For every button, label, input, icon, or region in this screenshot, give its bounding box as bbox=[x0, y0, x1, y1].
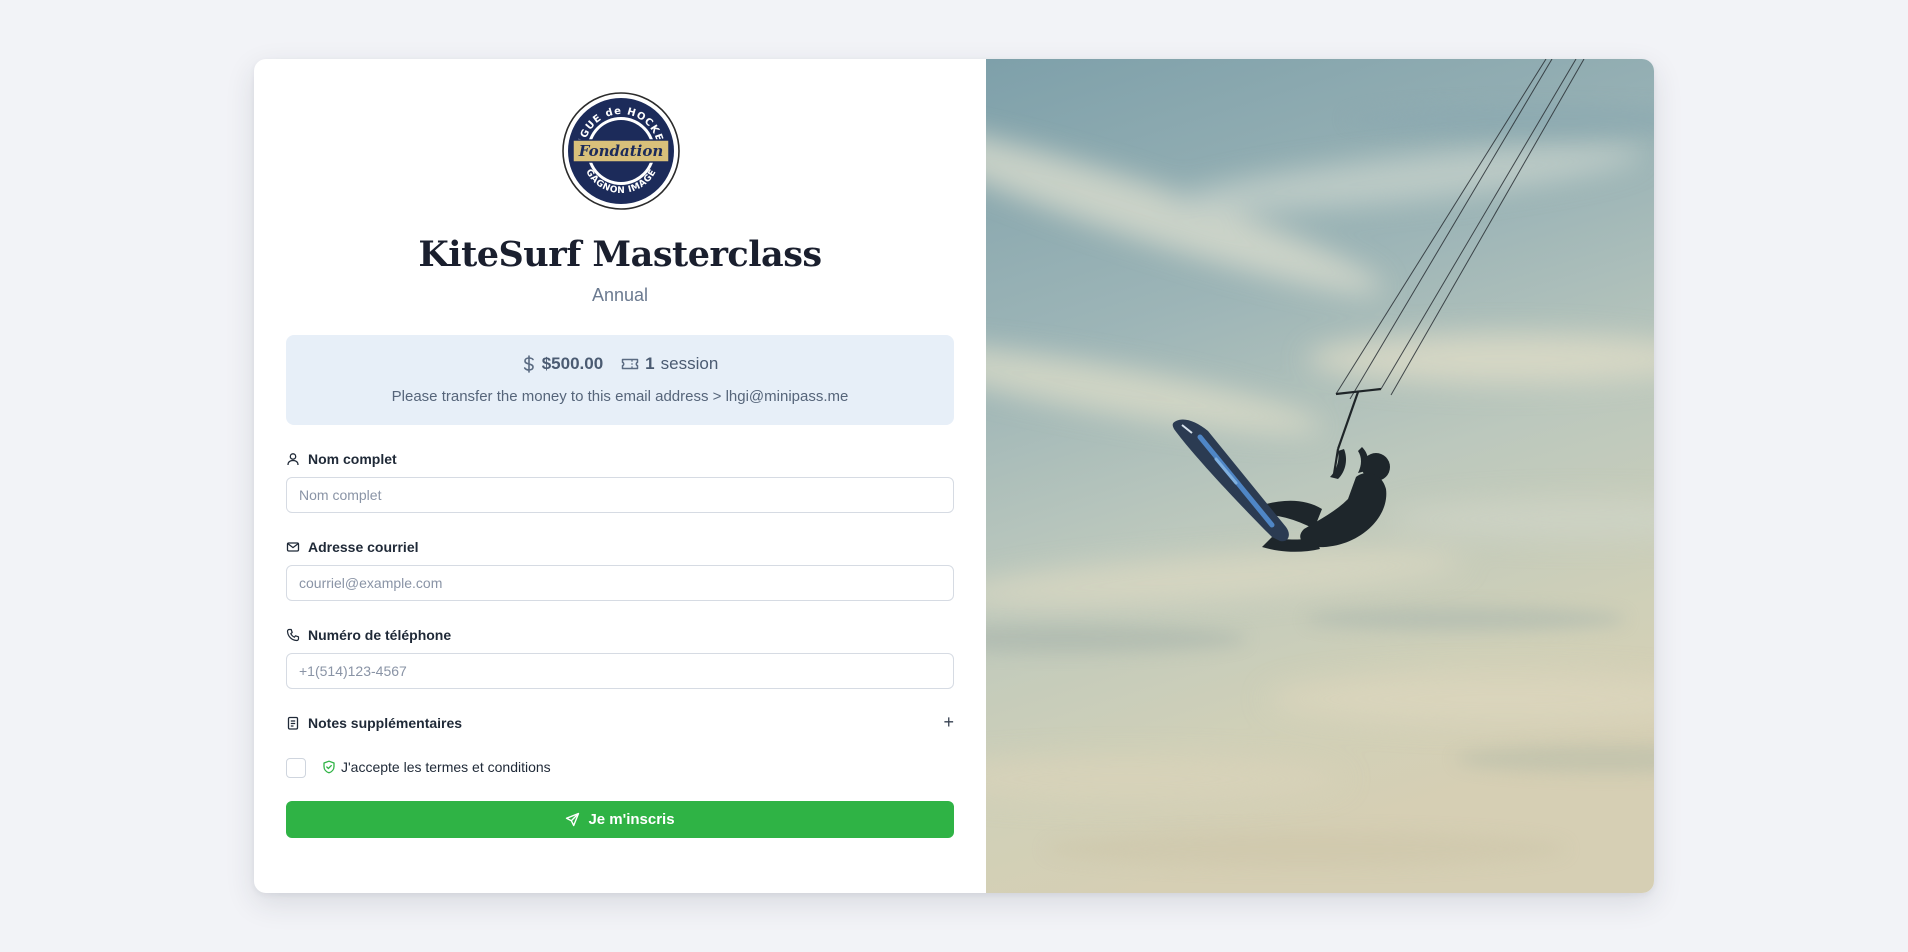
email-label: Adresse courriel bbox=[286, 539, 419, 555]
send-icon bbox=[566, 812, 580, 827]
name-label-text: Nom complet bbox=[308, 451, 397, 467]
hero-image-pane bbox=[986, 59, 1654, 893]
payment-info-box: $500.00 1 session Please transfer the mo… bbox=[286, 335, 954, 425]
price-session-row: $500.00 1 session bbox=[286, 354, 954, 374]
event-subtitle: Annual bbox=[591, 285, 649, 305]
terms-checkbox[interactable] bbox=[286, 758, 306, 778]
terms-label-text: J'accepte les termes et conditions bbox=[341, 759, 551, 775]
notes-expand-button[interactable]: + bbox=[943, 713, 954, 731]
submit-button-label: Je m'inscris bbox=[588, 811, 675, 828]
name-label: Nom complet bbox=[286, 451, 397, 467]
sessions-item: 1 session bbox=[621, 354, 718, 374]
phone-label-text: Numéro de téléphone bbox=[308, 627, 452, 643]
mail-icon bbox=[286, 542, 300, 552]
dollar-icon bbox=[523, 355, 534, 373]
ticket-icon bbox=[621, 358, 639, 370]
phone-input[interactable] bbox=[286, 653, 954, 689]
email-input[interactable] bbox=[286, 565, 954, 601]
phone-icon bbox=[286, 628, 300, 642]
registration-card: LIGUE de HOCKEY GAGNON IMAGE Fondation K… bbox=[254, 59, 1654, 893]
notes-label[interactable]: Notes supplémentaires bbox=[286, 715, 462, 731]
sessions-label: session bbox=[660, 354, 719, 373]
email-label-text: Adresse courriel bbox=[308, 539, 419, 555]
terms-label[interactable]: J'accepte les termes et conditions bbox=[322, 759, 551, 775]
phone-label: Numéro de téléphone bbox=[286, 627, 451, 643]
price-item: $500.00 bbox=[522, 354, 603, 374]
payment-note: Please transfer the money to this email … bbox=[391, 388, 849, 405]
full-name-input[interactable] bbox=[286, 477, 954, 513]
event-title: KiteSurf Masterclass bbox=[418, 234, 822, 275]
registration-form-pane: LIGUE de HOCKEY GAGNON IMAGE Fondation K… bbox=[254, 59, 986, 893]
submit-button[interactable]: Je m'inscris bbox=[286, 801, 954, 838]
user-icon bbox=[287, 453, 299, 466]
clipboard-icon bbox=[287, 716, 299, 730]
foundation-logo: LIGUE de HOCKEY GAGNON IMAGE Fondation bbox=[562, 92, 680, 210]
shield-check-icon bbox=[323, 760, 335, 774]
logo-center-text: Fondation bbox=[578, 142, 664, 160]
kitesurfer-photo bbox=[986, 59, 1654, 893]
sessions-count: 1 bbox=[645, 354, 655, 373]
notes-label-text: Notes supplémentaires bbox=[308, 715, 463, 731]
price-value: $500.00 bbox=[541, 354, 604, 373]
